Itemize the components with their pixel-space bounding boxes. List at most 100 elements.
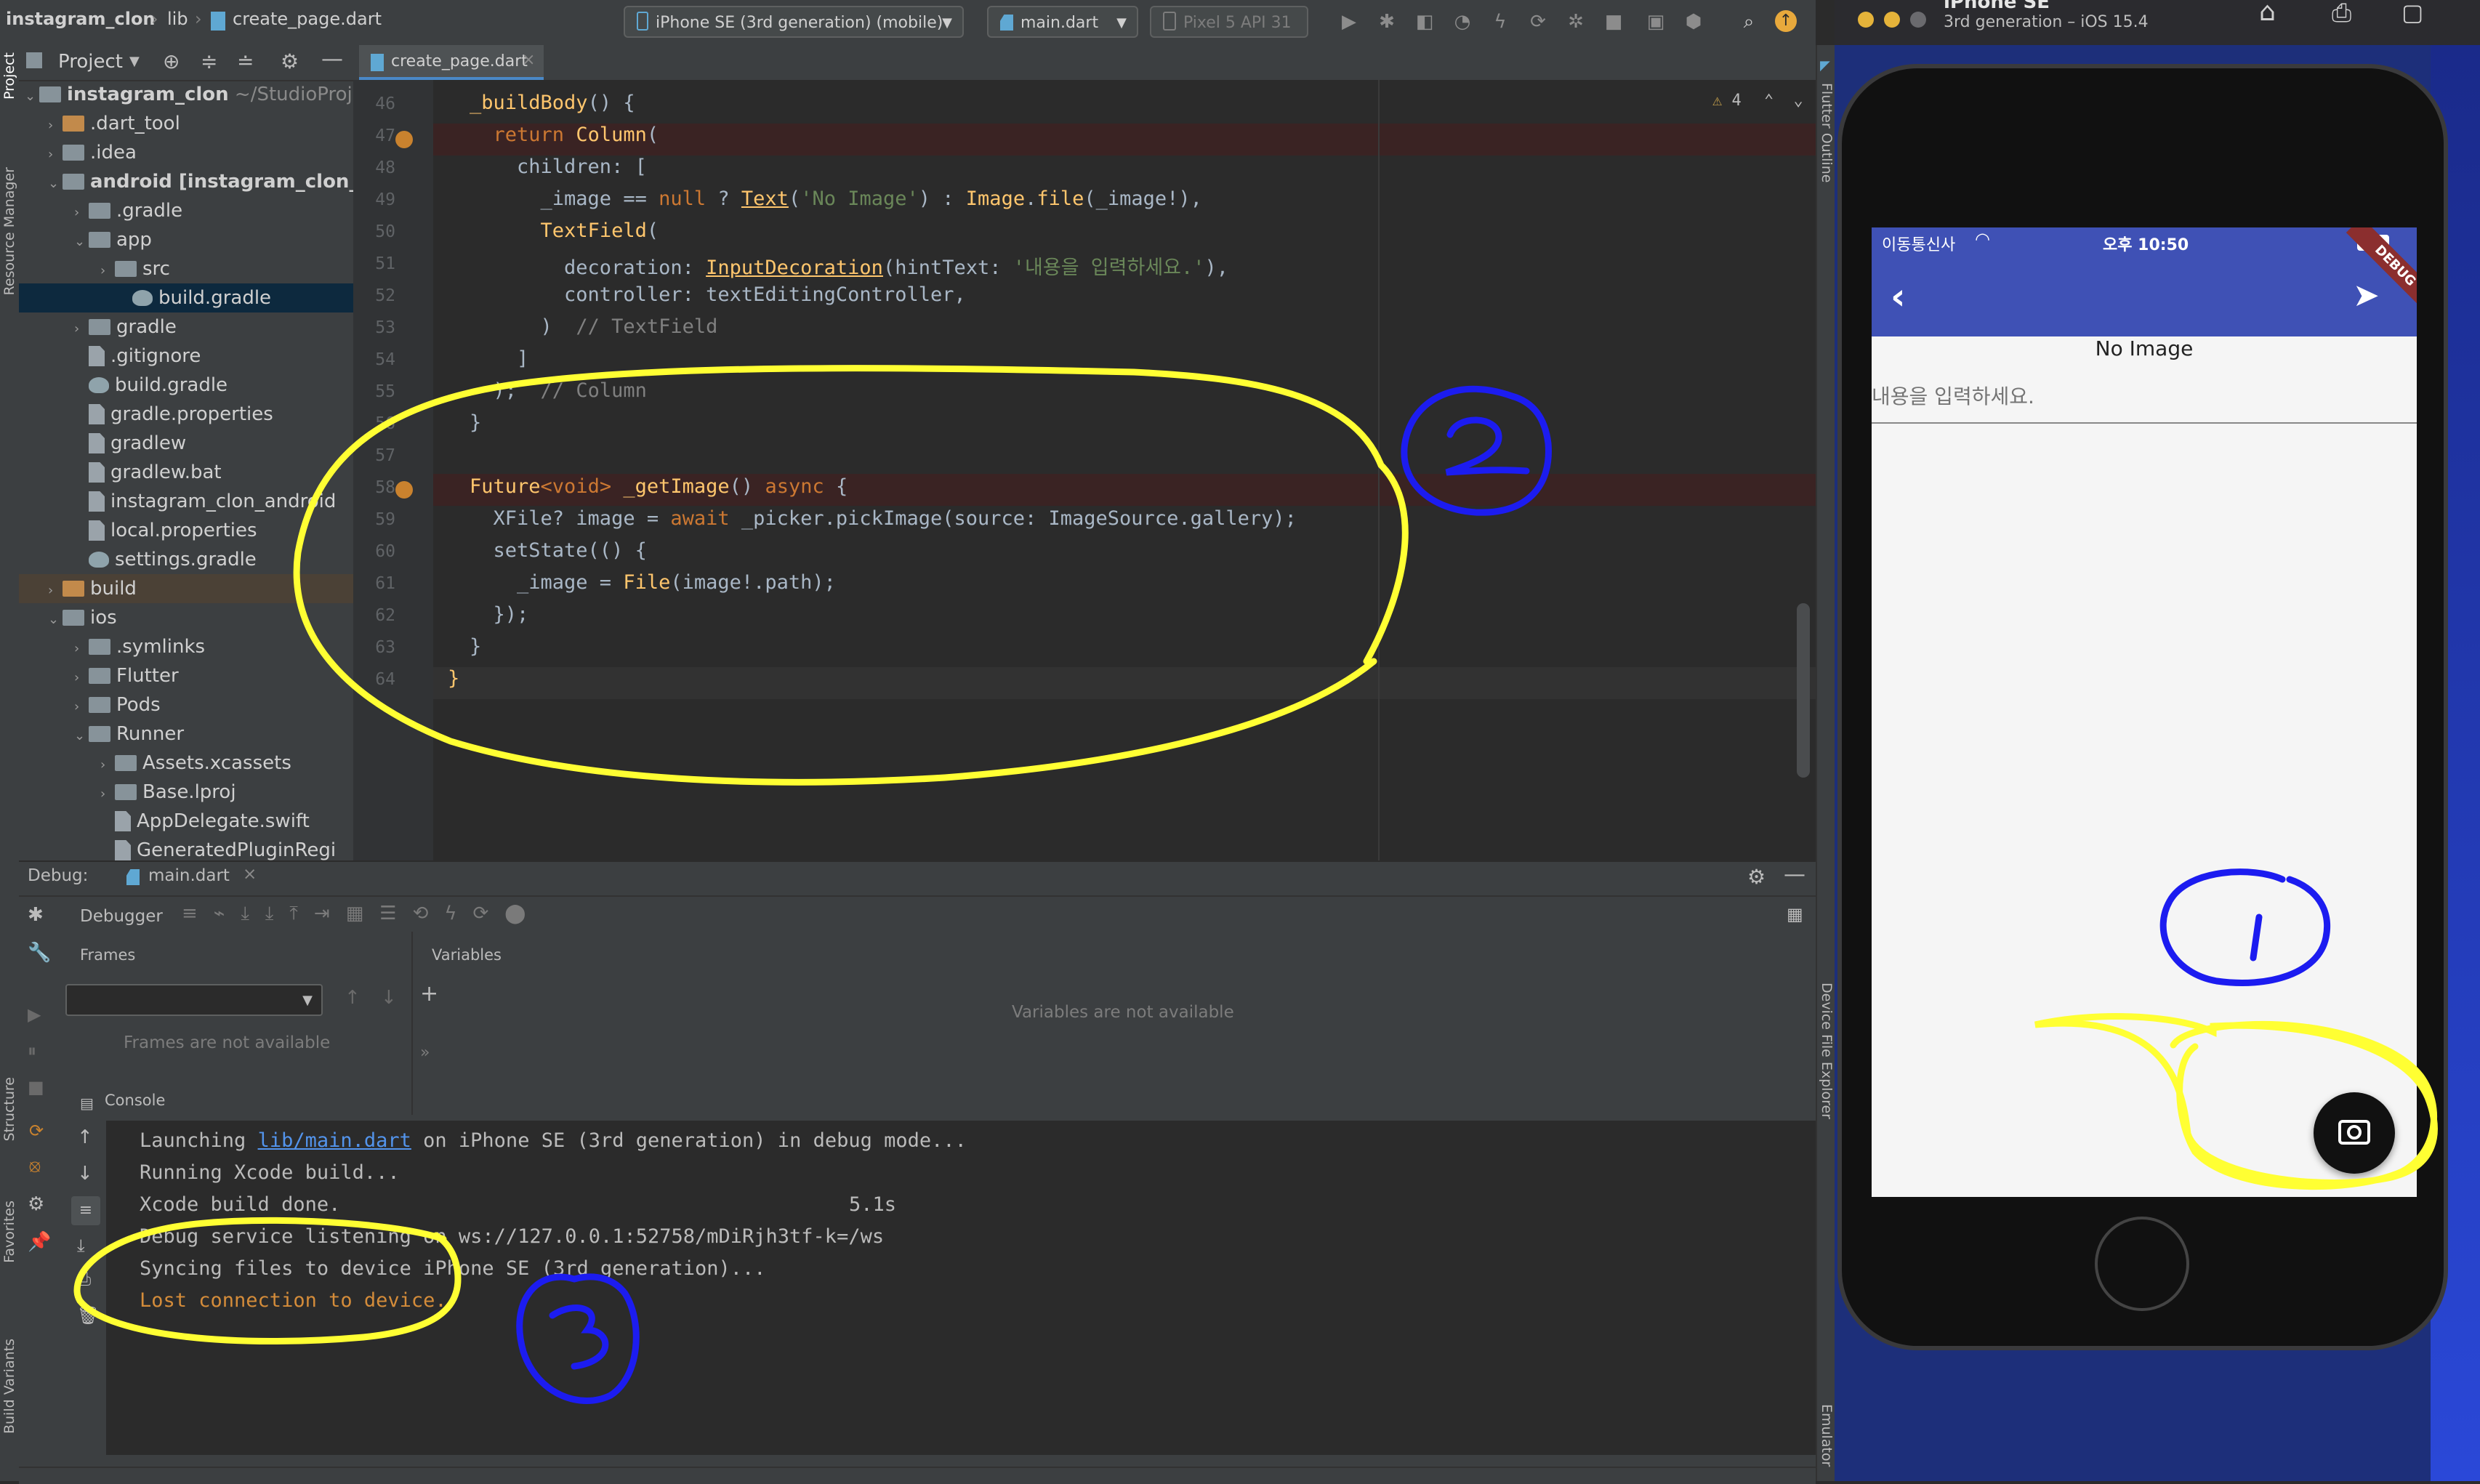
add-icon[interactable]: + bbox=[420, 981, 438, 1007]
stop-icon[interactable]: ■ bbox=[28, 1077, 44, 1097]
coverage-icon[interactable]: ◧ bbox=[1413, 10, 1436, 33]
tree-item[interactable]: › .symlinks bbox=[74, 632, 205, 661]
collapse-all-icon[interactable]: ≐ bbox=[237, 49, 254, 73]
back-arrow-icon[interactable]: ‹ bbox=[1891, 275, 1906, 318]
home-icon[interactable]: ⌂ bbox=[2259, 0, 2276, 27]
tree-item-root[interactable]: ⌄ instagram_clon ~/StudioProj bbox=[19, 80, 353, 109]
tree-item[interactable]: GeneratedPluginRegi bbox=[115, 836, 336, 860]
debugger-tab[interactable]: Debugger bbox=[80, 907, 163, 926]
debug-icon[interactable]: ✱ bbox=[1375, 10, 1398, 33]
editor-scrollbar[interactable] bbox=[1797, 603, 1810, 778]
tab-create-page[interactable]: create_page.dart × bbox=[359, 45, 544, 80]
gear-icon[interactable]: ⚙ bbox=[28, 1193, 44, 1215]
tree-item[interactable]: › Assets.xcassets bbox=[100, 749, 291, 778]
minimize-window-button[interactable] bbox=[1858, 12, 1874, 28]
pause-icon[interactable]: ⏸ bbox=[28, 1041, 36, 1061]
code-editor[interactable]: 46 47 48 49 50 51 52 53 54 55 56 57 58 5… bbox=[353, 80, 1816, 860]
breadcrumb-project[interactable]: instagram_clon bbox=[6, 9, 156, 29]
device-selector[interactable]: iPhone SE (3rd generation) (mobile) ▼ bbox=[624, 6, 964, 38]
update-icon[interactable]: ↑ bbox=[1775, 10, 1797, 32]
console-output[interactable]: Launching lib/main.dart on iPhone SE (3r… bbox=[106, 1121, 1816, 1455]
tree-item[interactable]: AppDelegate.swift bbox=[115, 807, 310, 836]
tree-item[interactable]: › .idea bbox=[48, 138, 137, 167]
layout-icon[interactable]: ▦ bbox=[1787, 904, 1803, 924]
flutter-outline-tool-tab[interactable]: Flutter Outline bbox=[1819, 83, 1835, 182]
tree-item[interactable]: gradle.properties bbox=[89, 400, 273, 429]
tree-item[interactable]: › src bbox=[100, 254, 170, 283]
tree-item[interactable]: local.properties bbox=[89, 516, 257, 545]
rotate-icon[interactable]: ▢ bbox=[2402, 0, 2423, 26]
tree-item[interactable]: build.gradle bbox=[89, 371, 228, 400]
console-tab[interactable]: Console bbox=[105, 1092, 165, 1109]
up-arrow-icon[interactable]: ↑ bbox=[77, 1126, 93, 1148]
close-icon[interactable]: × bbox=[522, 51, 535, 69]
tree-item[interactable]: ⌄ ios bbox=[48, 603, 117, 632]
up-arrow-icon[interactable]: ↑ bbox=[345, 987, 361, 1009]
tree-item[interactable]: › Flutter bbox=[74, 661, 179, 690]
tree-item[interactable]: gradlew.bat bbox=[89, 458, 222, 487]
tree-item-selected[interactable]: build.gradle bbox=[19, 283, 353, 312]
screenshot-icon[interactable]: ⎙ bbox=[2332, 0, 2351, 28]
attach-debugger-icon[interactable]: ✲ bbox=[1564, 10, 1587, 33]
expand-icon[interactable]: » bbox=[420, 1044, 430, 1062]
trash-icon[interactable]: 🗑 bbox=[77, 1305, 99, 1326]
camera-fab[interactable] bbox=[2314, 1092, 2395, 1174]
tree-item[interactable]: ⌄ android [instagram_clon_a bbox=[48, 167, 371, 196]
tree-item[interactable]: instagram_clon_android bbox=[89, 487, 336, 516]
breadcrumb-file[interactable]: create_page.dart bbox=[233, 9, 382, 29]
breakpoint-icon[interactable] bbox=[395, 481, 413, 499]
hot-restart-icon[interactable]: ⟳ bbox=[1526, 10, 1550, 33]
resource-manager-tool-tab[interactable]: Resource Manager bbox=[1, 167, 17, 295]
close-icon[interactable]: × bbox=[243, 865, 257, 884]
inspection-warnings[interactable]: ⚠ 4 ⌃ ⌄ bbox=[1712, 92, 1803, 110]
pin-icon[interactable]: 📌 bbox=[28, 1231, 51, 1253]
content-input[interactable] bbox=[1872, 370, 2417, 424]
tree-item[interactable]: › Base.lproj bbox=[100, 778, 236, 807]
search-icon[interactable]: ⌕ bbox=[1737, 10, 1760, 33]
resume-icon[interactable]: ▶ bbox=[28, 1004, 41, 1025]
hide-icon[interactable]: — bbox=[321, 47, 343, 72]
reload-icon[interactable]: ⟳ bbox=[29, 1121, 44, 1141]
sdk-manager-icon[interactable]: ⬢ bbox=[1682, 10, 1705, 33]
wrench-icon[interactable]: 🔧 bbox=[28, 942, 51, 964]
tree-item[interactable]: › .dart_tool bbox=[48, 109, 180, 138]
tree-item[interactable]: › .gradle bbox=[74, 196, 182, 225]
gear-icon[interactable]: ⚙ bbox=[281, 49, 299, 73]
chevron-down-icon[interactable]: ▼ bbox=[129, 54, 140, 69]
close-window-button[interactable] bbox=[1910, 12, 1926, 28]
run-icon[interactable]: ▶ bbox=[1337, 10, 1361, 33]
tree-item[interactable]: › build bbox=[19, 574, 353, 603]
hide-icon[interactable]: — bbox=[1784, 862, 1805, 887]
down-arrow-icon[interactable]: ↓ bbox=[381, 987, 397, 1009]
tree-item[interactable]: ⌄ Runner bbox=[74, 719, 184, 749]
tab-debug-main[interactable]: main.dart × bbox=[118, 862, 289, 892]
restart-icon[interactable]: ⦻ bbox=[29, 1156, 41, 1176]
breakpoint-icon[interactable] bbox=[395, 131, 413, 148]
tree-item[interactable]: settings.gradle bbox=[89, 545, 257, 574]
expand-all-icon[interactable]: ≑ bbox=[201, 49, 217, 73]
breadcrumb-lib[interactable]: lib bbox=[167, 9, 188, 29]
down-arrow-icon[interactable]: ↓ bbox=[77, 1163, 93, 1185]
tree-item[interactable]: .gitignore bbox=[89, 342, 201, 371]
gear-icon[interactable]: ⚙ bbox=[1747, 865, 1766, 889]
locate-icon[interactable]: ⊕ bbox=[163, 49, 180, 73]
scroll-to-end-icon[interactable]: ⤓ bbox=[77, 1235, 85, 1256]
profile-icon[interactable]: ◔ bbox=[1451, 10, 1474, 33]
build-variants-tool-tab[interactable]: Build Variants bbox=[1, 1339, 17, 1434]
stop-icon[interactable]: ■ bbox=[1602, 10, 1625, 33]
send-icon[interactable]: ➤ bbox=[2353, 277, 2380, 314]
hot-reload-icon[interactable]: ϟ bbox=[1489, 10, 1512, 33]
project-tool-tab[interactable]: Project bbox=[1, 52, 17, 100]
tree-item[interactable]: › Pods bbox=[74, 690, 161, 719]
device-manager-icon[interactable]: ▣ bbox=[1644, 10, 1667, 33]
zoom-window-button[interactable] bbox=[1884, 12, 1900, 28]
tree-item[interactable]: › gradle bbox=[74, 312, 177, 342]
structure-tool-tab[interactable]: Structure bbox=[1, 1077, 17, 1141]
main-dart-link[interactable]: lib/main.dart bbox=[258, 1129, 411, 1152]
project-view-selector[interactable]: Project bbox=[58, 51, 123, 73]
print-icon[interactable]: ⎙ bbox=[77, 1269, 91, 1289]
run-config-selector[interactable]: main.dart ▼ bbox=[987, 6, 1138, 38]
emulator-tool-tab[interactable]: Emulator bbox=[1819, 1404, 1835, 1467]
tree-item[interactable]: ⌄ app bbox=[74, 225, 152, 254]
soft-wrap-icon[interactable]: ≡ bbox=[71, 1196, 100, 1225]
